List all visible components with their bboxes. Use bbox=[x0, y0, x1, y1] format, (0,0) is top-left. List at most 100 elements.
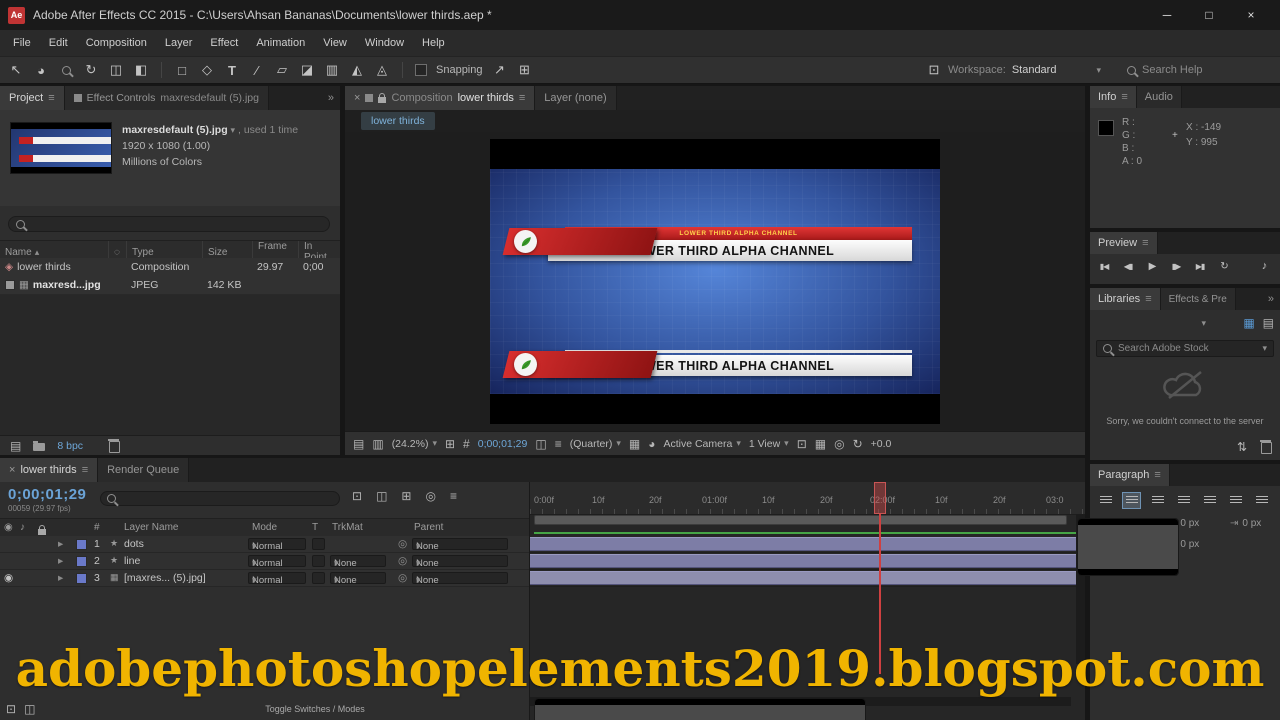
timeline-button-icon[interactable]: ◎ bbox=[834, 438, 844, 450]
hand-tool-icon[interactable]: ◕ bbox=[33, 63, 49, 78]
composition-chip[interactable]: lower thirds bbox=[361, 112, 435, 130]
indent-first-line-field[interactable]: ⇥ 0 px bbox=[1230, 518, 1280, 529]
panel-menu-icon[interactable]: ≡ bbox=[48, 92, 54, 104]
layer-name[interactable]: line bbox=[124, 555, 140, 567]
snap-angle-icon[interactable]: ↗ bbox=[492, 62, 508, 78]
tab-audio[interactable]: Audio bbox=[1136, 86, 1182, 108]
view-layout-select[interactable]: 1 View ▾ bbox=[749, 438, 789, 450]
adobe-stock-search-input[interactable]: Search Adobe Stock ▾ bbox=[1096, 340, 1274, 357]
tab-paragraph[interactable]: Paragraph ≡ bbox=[1090, 464, 1170, 486]
magnification-select[interactable]: (24.2%) ▾ bbox=[392, 438, 437, 450]
menu-window[interactable]: Window bbox=[356, 37, 413, 49]
justify-last-center-button[interactable] bbox=[1200, 492, 1219, 509]
layer-color-swatch[interactable] bbox=[76, 573, 87, 584]
expander-icon[interactable]: ▸ bbox=[58, 538, 63, 550]
expand-layer-switches-icon[interactable]: ⊡ bbox=[6, 703, 16, 715]
grid-view-icon[interactable]: ▦ bbox=[1243, 316, 1254, 330]
align-left-button[interactable] bbox=[1096, 492, 1115, 509]
tab-effect-controls[interactable]: Effect Controls maxresdefault (5).jpg bbox=[64, 86, 269, 110]
puppet-pin-tool-icon[interactable]: ◬ bbox=[374, 62, 390, 78]
menu-animation[interactable]: Animation bbox=[247, 37, 314, 49]
mode-select[interactable]: Normal ▾ bbox=[248, 555, 306, 569]
track-row-line[interactable] bbox=[530, 553, 1085, 570]
justify-all-button[interactable] bbox=[1252, 492, 1271, 509]
playhead-handle[interactable] bbox=[874, 482, 886, 514]
zoom-tool-icon[interactable] bbox=[58, 63, 74, 78]
file-name[interactable]: maxresdefault (5).jpg bbox=[122, 124, 228, 136]
rotate-tool-icon[interactable]: ↻ bbox=[83, 62, 99, 78]
shape-tool-icon[interactable]: □ bbox=[174, 63, 190, 78]
mode-select[interactable]: Normal ▾ bbox=[248, 538, 306, 552]
expand-transfer-controls-icon[interactable]: ◫ bbox=[24, 703, 35, 715]
current-time[interactable]: 0;00;01;29 bbox=[478, 438, 528, 450]
label-color-swatch[interactable] bbox=[5, 280, 15, 290]
audio-mute-button[interactable]: ♪ bbox=[1254, 258, 1274, 274]
eraser-tool-icon[interactable]: ▥ bbox=[324, 62, 340, 78]
motion-blur-icon[interactable]: ≡ bbox=[450, 490, 457, 502]
reset-exposure-icon[interactable]: ↻ bbox=[853, 438, 863, 450]
justify-last-right-button[interactable] bbox=[1226, 492, 1245, 509]
parent-select[interactable]: None ▾ bbox=[412, 538, 508, 552]
tab-timeline-lower-thirds[interactable]: × lower thirds ≡ bbox=[0, 458, 99, 482]
panel-menu-icon[interactable]: ≡ bbox=[1142, 237, 1148, 249]
layer-duration-bar[interactable] bbox=[530, 571, 1085, 585]
workspace-select[interactable]: Standard ▾ bbox=[1012, 64, 1101, 76]
menu-composition[interactable]: Composition bbox=[77, 37, 156, 49]
toggle-switches-modes-button[interactable]: Toggle Switches / Modes bbox=[200, 704, 430, 714]
track-row-maxresdefault[interactable] bbox=[530, 570, 1085, 587]
fast-previews-icon[interactable]: ▦ bbox=[815, 438, 826, 450]
layer-name[interactable]: [maxres... (5).jpg] bbox=[124, 572, 206, 584]
channel-icon[interactable]: ≡ bbox=[555, 438, 562, 450]
library-select[interactable]: ▾ bbox=[1096, 318, 1206, 329]
pan-behind-tool-icon[interactable]: ◧ bbox=[133, 62, 149, 78]
composition-mini-flowchart-icon[interactable]: ⊡ bbox=[352, 490, 362, 502]
sync-icon[interactable]: ⇅ bbox=[1237, 441, 1247, 453]
close-tab-icon[interactable]: × bbox=[354, 92, 360, 104]
table-row-maxresdefault[interactable]: ▦ maxresd...jpg JPEG 142 KB bbox=[0, 276, 340, 295]
justify-last-left-button[interactable] bbox=[1174, 492, 1193, 509]
clone-stamp-tool-icon[interactable]: ◪ bbox=[299, 62, 315, 78]
snapping-checkbox[interactable] bbox=[415, 64, 427, 76]
parent-select[interactable]: None ▾ bbox=[412, 572, 508, 586]
roto-brush-tool-icon[interactable]: ◭ bbox=[349, 62, 365, 78]
track-row-dots[interactable] bbox=[530, 536, 1085, 553]
table-row-lower-thirds[interactable]: ◈ lower thirds Composition 29.97 0;00 bbox=[0, 258, 340, 277]
tab-layer[interactable]: Layer (none) bbox=[535, 86, 617, 110]
type-tool-icon[interactable]: T bbox=[224, 63, 240, 78]
line-tool-icon[interactable]: ∕ bbox=[249, 63, 265, 78]
parent-pickwhip-icon[interactable]: ◎ bbox=[398, 572, 407, 584]
tab-composition[interactable]: × Composition lower thirds ≡ bbox=[345, 86, 536, 110]
tab-libraries[interactable]: Libraries ≡ bbox=[1090, 288, 1161, 310]
project-search-input[interactable] bbox=[8, 216, 330, 232]
preserve-transparency-box[interactable] bbox=[312, 555, 325, 567]
tab-preview[interactable]: Preview ≡ bbox=[1090, 232, 1158, 254]
previous-frame-button[interactable]: ◀▮ bbox=[1118, 258, 1138, 274]
align-right-button[interactable] bbox=[1148, 492, 1167, 509]
parent-pickwhip-icon[interactable]: ◎ bbox=[398, 538, 407, 550]
pixel-aspect-icon[interactable]: ⊡ bbox=[797, 438, 807, 450]
mask-toggle-icon[interactable]: # bbox=[463, 438, 470, 450]
layer-color-swatch[interactable] bbox=[76, 556, 87, 567]
menu-layer[interactable]: Layer bbox=[156, 37, 202, 49]
menu-help[interactable]: Help bbox=[413, 37, 454, 49]
panel-menu-icon[interactable]: ≡ bbox=[1121, 91, 1127, 103]
hide-shy-layers-icon[interactable]: ⊞ bbox=[401, 490, 411, 502]
layer-row-line[interactable]: ▸ 2 ★ line Normal ▾ None ▾ ◎ None ▾ bbox=[0, 553, 529, 570]
loop-button[interactable]: ↻ bbox=[1214, 258, 1234, 274]
next-frame-button[interactable]: ▮▶ bbox=[1166, 258, 1186, 274]
scrollbar-thumb[interactable] bbox=[534, 698, 866, 720]
preserve-transparency-box[interactable] bbox=[312, 572, 325, 584]
tab-effects-presets[interactable]: Effects & Pre bbox=[1160, 288, 1236, 310]
maximize-button[interactable]: □ bbox=[1188, 8, 1230, 22]
close-button[interactable]: × bbox=[1230, 8, 1272, 22]
region-of-interest-icon[interactable]: ▦ bbox=[629, 438, 640, 450]
project-bit-depth[interactable]: 8 bpc bbox=[57, 440, 83, 452]
chevron-down-icon[interactable]: ▾ bbox=[231, 125, 236, 135]
trash-icon[interactable] bbox=[108, 439, 121, 453]
more-panels-icon[interactable]: » bbox=[328, 92, 334, 104]
composition-viewer[interactable]: LOWER THIRD ALPHA CHANNEL LOWER THIRD AL… bbox=[345, 132, 1085, 431]
layer-color-swatch[interactable] bbox=[76, 539, 87, 550]
pen-tool-icon[interactable]: ◇ bbox=[199, 62, 215, 78]
panel-menu-icon[interactable]: ≡ bbox=[1145, 293, 1151, 305]
menu-file[interactable]: File bbox=[4, 37, 40, 49]
